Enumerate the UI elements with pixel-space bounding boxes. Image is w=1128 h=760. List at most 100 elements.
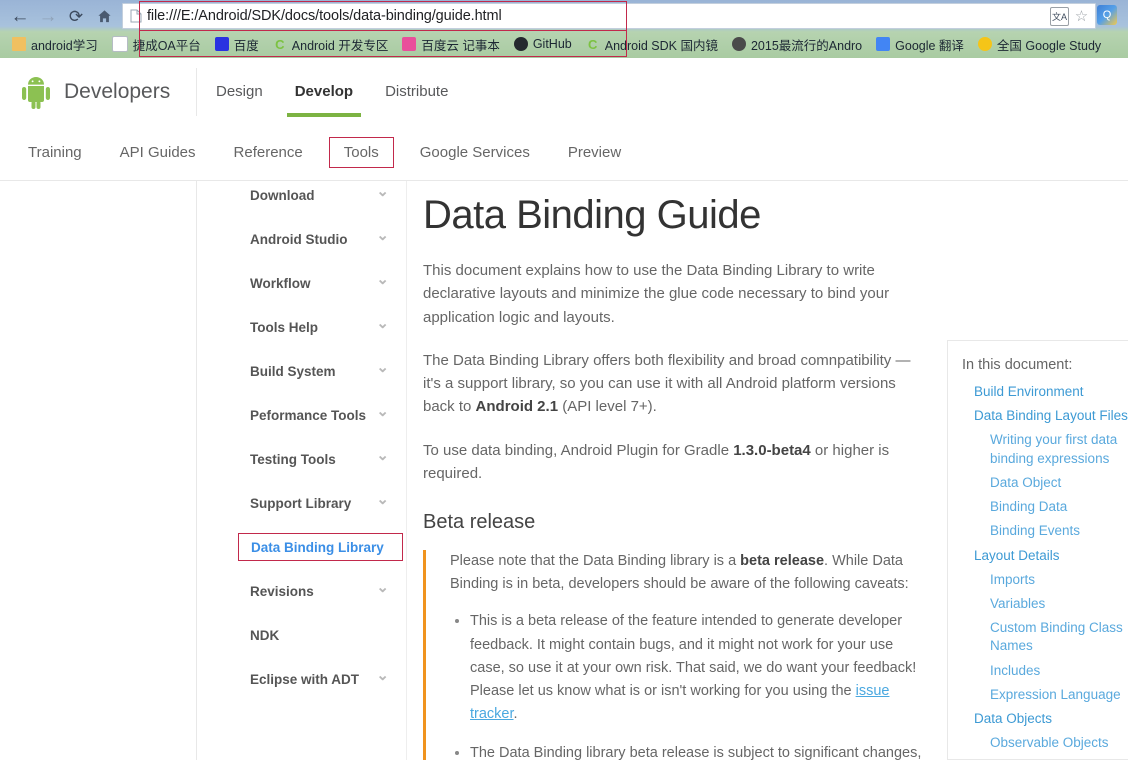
sidebar-item-tools-help[interactable]: Tools Help ⌄ [238, 313, 403, 341]
sidebar-item-peformance-tools[interactable]: Peformance Tools ⌄ [238, 401, 403, 429]
cloud-icon [402, 37, 417, 51]
secondary-nav-api-guides[interactable]: API Guides [108, 138, 208, 167]
primary-nav-design[interactable]: Design [200, 58, 279, 100]
bookmark-item[interactable]: android学习 [6, 33, 104, 55]
page-title: Data Binding Guide [423, 193, 761, 237]
site-header: Developers Design Develop Distribute [0, 58, 1128, 126]
address-bar[interactable]: file:///E:/Android/SDK/docs/tools/data-b… [122, 3, 1096, 29]
sidebar-item-download[interactable]: Download ⌄ [238, 181, 403, 209]
bookmark-item[interactable]: GitHub [508, 33, 578, 55]
sidebar-item-build-system[interactable]: Build System ⌄ [238, 357, 403, 385]
c-icon: C [588, 36, 598, 52]
chevron-down-icon[interactable]: ⌄ [376, 272, 389, 287]
reload-icon[interactable]: ⟳ [64, 4, 88, 28]
forward-icon[interactable]: → [36, 4, 60, 28]
sidebar-item-data-binding-library[interactable]: Data Binding Library [238, 533, 403, 561]
sidebar-item-workflow[interactable]: Workflow ⌄ [238, 269, 403, 297]
primary-nav-develop[interactable]: Develop [279, 58, 369, 117]
chevron-down-icon[interactable]: ⌄ [376, 580, 389, 595]
bookmark-item[interactable]: 百度 [209, 33, 265, 55]
content-area: Download ⌄ Android Studio ⌄ Workflow ⌄ Tools H… [0, 181, 1128, 760]
sidebar-item-support-library[interactable]: Support Library ⌄ [238, 489, 403, 517]
sidebar-item-label: NDK [250, 627, 280, 643]
toc-link-observable-objects[interactable]: Observable Objects [990, 734, 1128, 752]
bookmark-item[interactable]: 2015最流行的Andro [726, 33, 868, 55]
extension-icon[interactable]: Q [1097, 5, 1117, 25]
toc-link-variables[interactable]: Variables [990, 595, 1128, 613]
toc-link-build-environment[interactable]: Build Environment [974, 383, 1128, 401]
caveat1-text-post: . [513, 706, 518, 723]
bookmark-label: Android SDK 国内镜 [604, 38, 718, 53]
sidebar-item-label: Workflow [250, 275, 311, 291]
back-icon[interactable]: ← [8, 4, 32, 28]
secondary-nav: Training API Guides Reference Tools Google S… [0, 125, 1128, 181]
bookmark-item[interactable]: Google 翻译 [870, 33, 970, 55]
sidebar-item-revisions[interactable]: Revisions ⌄ [238, 577, 403, 605]
toc-link-binding-data[interactable]: Binding Data [990, 498, 1128, 516]
toc-link-imports[interactable]: Imports [990, 571, 1128, 589]
sidebar-item-testing-tools[interactable]: Testing Tools ⌄ [238, 445, 403, 473]
chevron-down-icon[interactable]: ⌄ [376, 448, 389, 463]
bookmark-item[interactable]: C Android SDK 国内镜 [580, 33, 724, 55]
page-icon [111, 36, 128, 52]
secondary-nav-reference[interactable]: Reference [222, 138, 315, 167]
toc-link-includes[interactable]: Includes [990, 662, 1128, 680]
page-viewport: Developers Design Develop Distribute Train… [0, 58, 1128, 760]
gradle-version: 1.3.0-beta4 [733, 441, 811, 459]
android-version: Android 2.1 [475, 398, 559, 416]
chevron-down-icon[interactable]: ⌄ [376, 184, 389, 199]
toc-link-writing-your-first-data-binding-expressions[interactable]: Writing your first data binding expressi… [990, 431, 1128, 467]
c-icon: C [275, 36, 285, 52]
toc-link-data-binding-layout-files[interactable]: Data Binding Layout Files [974, 407, 1128, 425]
bookmark-item[interactable]: 全国 Google Study [972, 33, 1107, 55]
primary-nav: Design Develop Distribute [200, 58, 464, 125]
bookmark-label: Android 开发专区 [291, 38, 389, 53]
chevron-down-icon[interactable]: ⌄ [376, 404, 389, 419]
in-this-document-toc: In this document: Build Environment Data … [947, 340, 1128, 760]
sidebar-item-eclipse-with-adt[interactable]: Eclipse with ADT ⌄ [238, 665, 403, 693]
toc-link-custom-binding-class-names[interactable]: Custom Binding Class Names [990, 619, 1128, 655]
bookmark-star-icon[interactable]: ☆ [1073, 8, 1090, 25]
clock-icon [731, 37, 746, 51]
caveat-item-2: The Data Binding library beta release is… [470, 742, 923, 760]
sidebar-item-android-studio[interactable]: Android Studio ⌄ [238, 225, 403, 253]
address-bar-icons: 文A ☆ [1050, 6, 1095, 26]
chevron-down-icon[interactable]: ⌄ [376, 228, 389, 243]
chevron-down-icon[interactable]: ⌄ [376, 360, 389, 375]
bookmark-label: 百度 [233, 38, 259, 53]
toc-link-data-objects[interactable]: Data Objects [974, 710, 1128, 728]
secondary-nav-preview[interactable]: Preview [556, 138, 633, 167]
toc-link-binding-events[interactable]: Binding Events [990, 522, 1128, 540]
bookmark-item[interactable]: 捷成OA平台 [106, 33, 207, 55]
left-divider [196, 181, 197, 760]
bookmark-label: 2015最流行的Andro [750, 38, 863, 53]
chevron-down-icon[interactable]: ⌄ [376, 492, 389, 507]
sidebar-item-ndk[interactable]: NDK [238, 621, 403, 649]
bookmark-label: Google 翻译 [895, 38, 964, 53]
folder-icon [12, 37, 26, 51]
bookmark-label: 捷成OA平台 [132, 38, 201, 53]
toc-link-data-object[interactable]: Data Object [990, 474, 1128, 492]
bookmark-label: android学习 [31, 38, 98, 53]
translate-icon[interactable]: 文A [1050, 6, 1069, 26]
browser-toolbar: ← → ⟳ file:///E:/Android/SDK/docs/tools/… [0, 0, 1128, 30]
home-icon[interactable] [92, 4, 116, 28]
left-sidebar-nav: Download ⌄ Android Studio ⌄ Workflow ⌄ Tools H… [238, 181, 403, 760]
chevron-down-icon[interactable]: ⌄ [376, 316, 389, 331]
callout-intro-pre: Please note that the Data Binding librar… [450, 553, 741, 569]
beta-release-heading: Beta release [423, 511, 536, 533]
bookmark-item[interactable]: 百度云 记事本 [396, 33, 505, 55]
sidebar-item-label: Data Binding Library [251, 539, 384, 555]
secondary-nav-training[interactable]: Training [16, 138, 94, 167]
secondary-nav-google-services[interactable]: Google Services [408, 138, 542, 167]
toc-link-layout-details[interactable]: Layout Details [974, 547, 1128, 565]
bookmark-item[interactable]: C Android 开发专区 [267, 33, 395, 55]
browser-menu-icon[interactable]: ⋮ [1122, 6, 1128, 23]
toc-link-expression-language[interactable]: Expression Language [990, 686, 1128, 704]
brand[interactable]: Developers [20, 68, 198, 116]
bookmark-label: GitHub [532, 37, 572, 51]
secondary-nav-tools[interactable]: Tools [328, 137, 394, 168]
primary-nav-distribute[interactable]: Distribute [369, 58, 464, 100]
toc-title: In this document: [962, 357, 1073, 373]
chevron-down-icon[interactable]: ⌄ [376, 668, 389, 683]
